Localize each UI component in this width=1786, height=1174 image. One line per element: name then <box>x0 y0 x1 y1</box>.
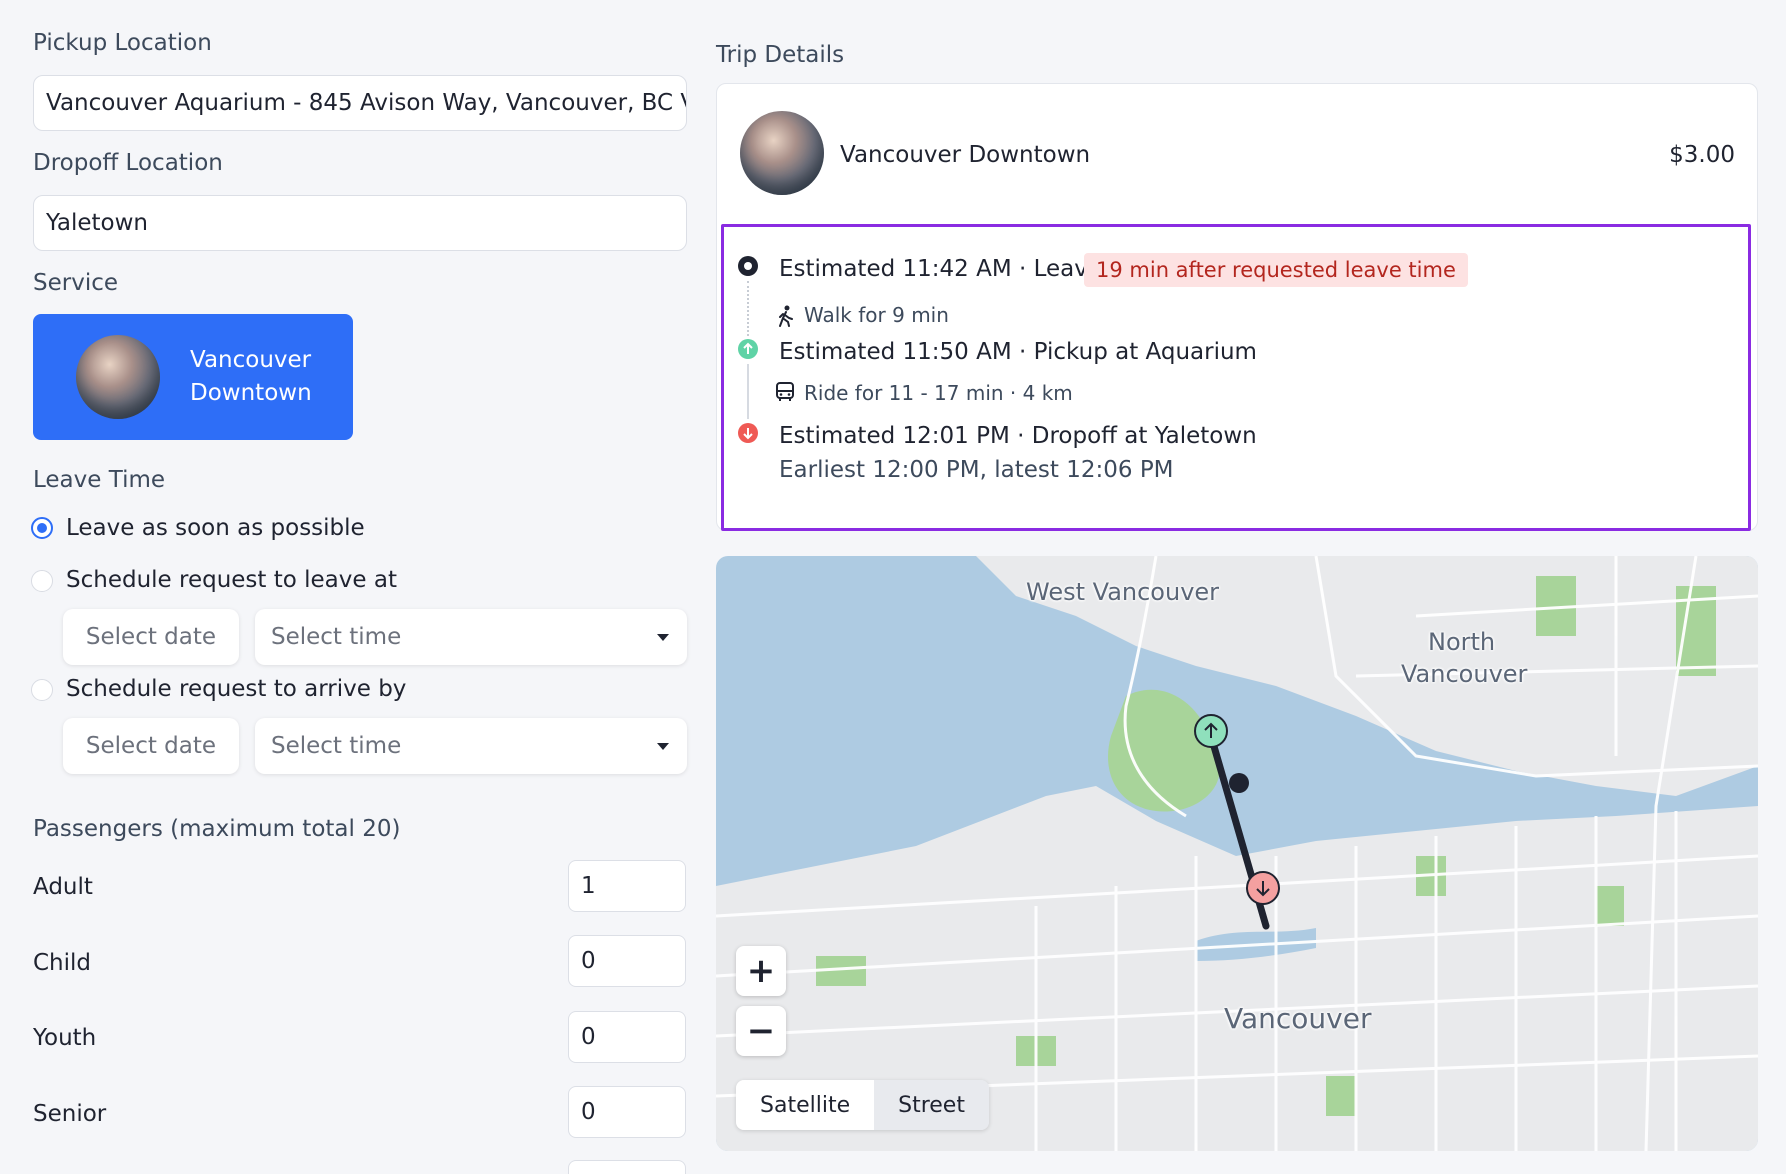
service-image <box>76 335 160 419</box>
service-option-label: Vancouver Downtown <box>190 347 312 406</box>
next-input-edge <box>568 1160 686 1174</box>
pickup-input[interactable]: Vancouver Aquarium - 845 Avison Way, Van… <box>33 75 687 131</box>
map-layer-toggle: Satellite Street <box>736 1080 989 1130</box>
pickup-label: Pickup Location <box>33 30 212 56</box>
senior-count-input[interactable]: 0 <box>568 1086 686 1138</box>
dropoff-estimate: Estimated 12:01 PM · Dropoff at Yaletown <box>779 423 1257 449</box>
map-label-north: North <box>1428 628 1496 656</box>
leave-warning-badge: 19 min after requested leave time <box>1084 253 1468 287</box>
child-label: Child <box>33 950 92 976</box>
leave-dot-icon <box>738 256 758 276</box>
map-label-north-vancouver: Vancouver <box>1401 660 1528 688</box>
arrive-by-time-placeholder: Select time <box>271 733 402 759</box>
arrive-by-date-picker[interactable]: Select date <box>63 718 239 774</box>
dropoff-arrow-down-icon <box>738 423 758 443</box>
radio-leave-at-label[interactable]: Schedule request to leave at <box>66 567 397 593</box>
passengers-label: Passengers (maximum total 20) <box>33 816 401 842</box>
dropoff-label: Dropoff Location <box>33 150 223 176</box>
satellite-layer-button[interactable]: Satellite <box>736 1080 875 1130</box>
pickup-arrow-up-icon <box>738 339 758 359</box>
radio-arrive-by-label[interactable]: Schedule request to arrive by <box>66 676 406 702</box>
ride-duration: Ride for 11 - 17 min · 4 km <box>804 381 1073 405</box>
adult-count-input[interactable]: 1 <box>568 860 686 912</box>
street-layer-button[interactable]: Street <box>874 1080 989 1130</box>
radio-leave-asap-label[interactable]: Leave as soon as possible <box>66 515 365 541</box>
map-canvas <box>716 556 1758 1151</box>
caret-down-icon <box>657 743 669 750</box>
youth-count-input[interactable]: 0 <box>568 1011 686 1063</box>
zoom-out-button[interactable]: − <box>736 1006 786 1056</box>
radio-leave-at[interactable] <box>31 570 53 592</box>
trip-timeline: Estimated 11:42 AM · Leave 19 min after … <box>721 224 1751 531</box>
dropoff-input[interactable]: Yaletown <box>33 195 687 251</box>
trip-price: $3.00 <box>1669 142 1735 168</box>
senior-label: Senior <box>33 1101 107 1127</box>
leave-at-time-select[interactable]: Select time <box>255 609 687 665</box>
dropoff-window: Earliest 12:00 PM, latest 12:06 PM <box>779 457 1174 483</box>
service-image <box>740 111 824 195</box>
radio-leave-asap[interactable] <box>31 517 53 539</box>
service-label: Service <box>33 270 119 296</box>
caret-down-icon <box>657 634 669 641</box>
leave-estimate: Estimated 11:42 AM · Leave <box>779 256 1103 282</box>
walk-connector <box>747 281 749 336</box>
service-option-vancouver-downtown[interactable]: Vancouver Downtown <box>33 314 353 440</box>
pickup-estimate: Estimated 11:50 AM · Pickup at Aquarium <box>779 339 1257 365</box>
leave-time-label: Leave Time <box>33 467 166 493</box>
map-label-vancouver: Vancouver <box>1224 1002 1372 1035</box>
walk-icon <box>779 305 793 327</box>
route-map[interactable]: West Vancouver North Vancouver Vancouver… <box>716 556 1758 1151</box>
trip-details-title: Trip Details <box>716 42 845 68</box>
adult-label: Adult <box>33 874 93 900</box>
trip-details-card: Vancouver Downtown $3.00 Estimated 11:42… <box>716 83 1758 531</box>
ride-connector <box>747 364 749 419</box>
arrive-by-time-select[interactable]: Select time <box>255 718 687 774</box>
leave-at-date-picker[interactable]: Select date <box>63 609 239 665</box>
trip-service-name: Vancouver Downtown <box>840 142 1091 168</box>
child-count-input[interactable]: 0 <box>568 935 686 987</box>
youth-label: Youth <box>33 1025 97 1051</box>
map-label-west-vancouver: West Vancouver <box>1026 578 1220 606</box>
walk-duration: Walk for 9 min <box>804 303 949 327</box>
radio-arrive-by[interactable] <box>31 679 53 701</box>
zoom-in-button[interactable]: + <box>736 946 786 996</box>
bus-icon <box>776 382 794 401</box>
leave-at-time-placeholder: Select time <box>271 624 402 650</box>
